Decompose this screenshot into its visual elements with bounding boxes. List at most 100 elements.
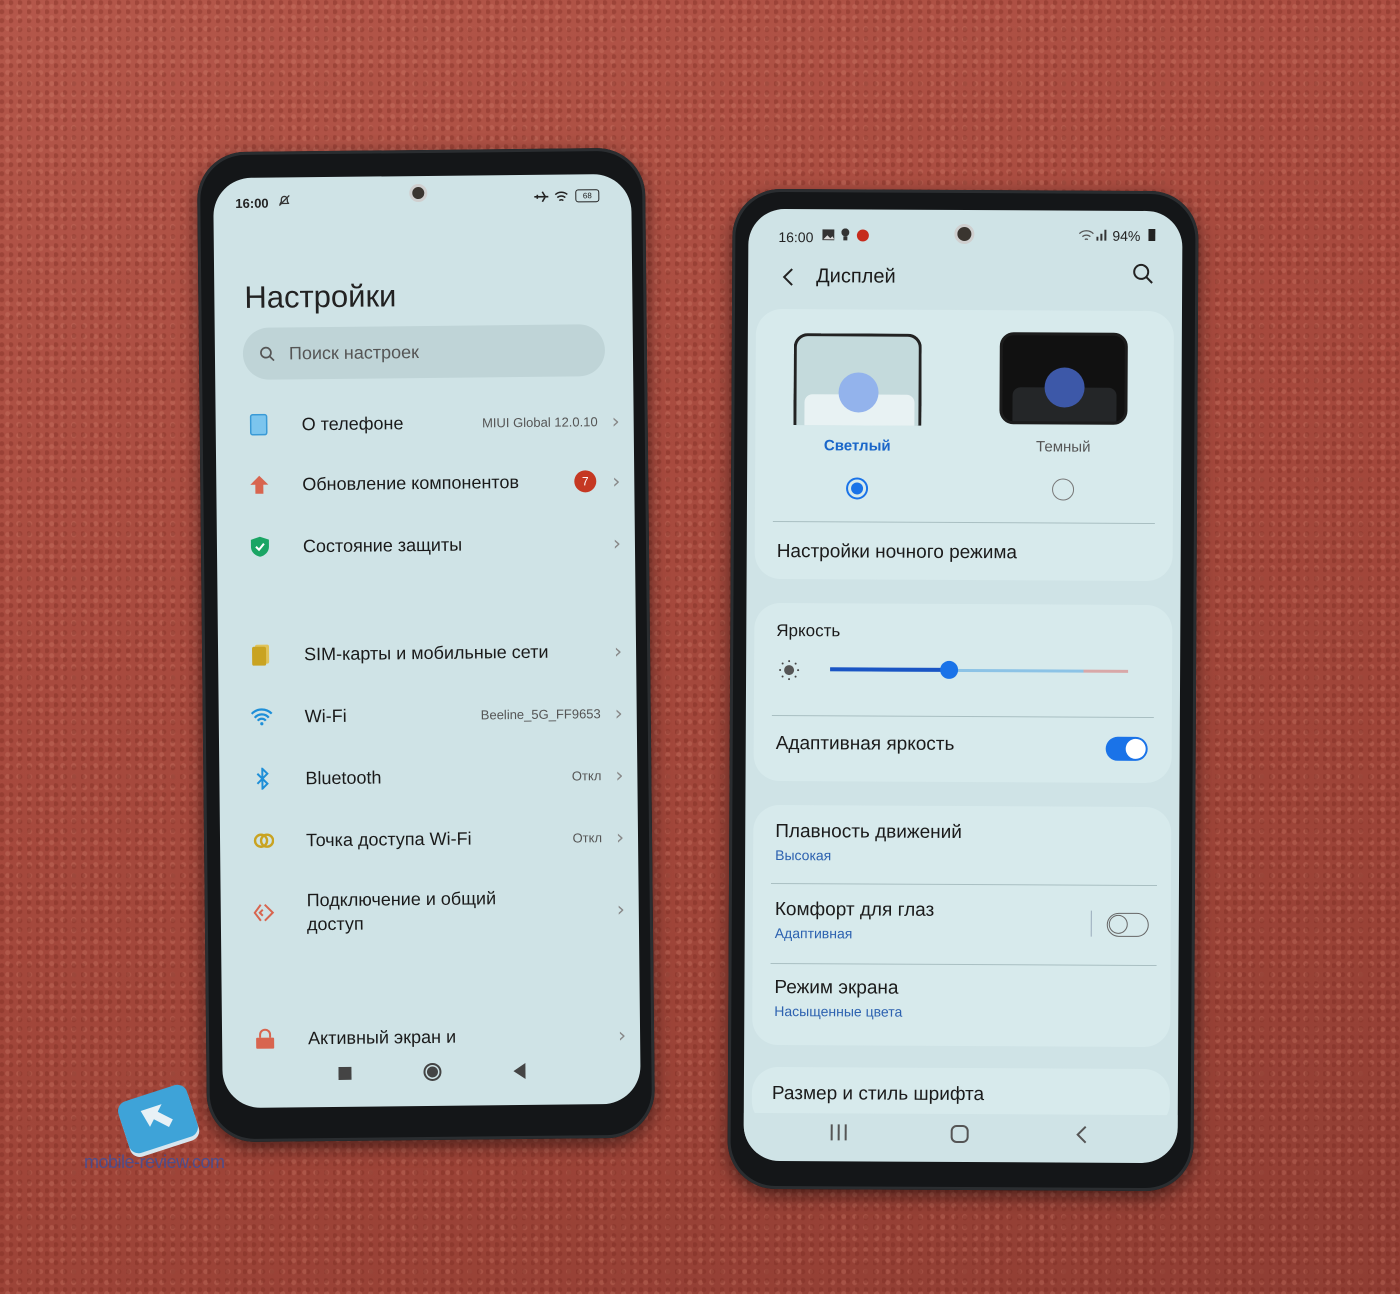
settings-item-bluetooth[interactable]: Bluetooth Откл › [219,750,638,804]
chevron-right-icon: › [613,638,623,664]
home-circle-icon[interactable] [422,1062,442,1082]
font-size-style-item[interactable]: Размер и стиль шрифта [772,1083,984,1106]
chevron-right-icon: › [614,700,623,726]
shield-check-icon [249,536,271,558]
brightness-slider[interactable] [830,660,1129,679]
page-title: Настройки [244,278,397,315]
miui-settings-screen: 16:00 68 Настройки Поиск настроек О теле… [213,173,641,1109]
vertical-separator [1090,910,1092,937]
settings-item-hotspot[interactable]: Точка доступа Wi-Fi Откл › [220,812,639,866]
chevron-right-icon: › [615,824,625,850]
radio-light-selected[interactable] [845,477,869,500]
night-mode-settings-link[interactable]: Настройки ночного режима [777,541,1017,564]
brightness-card: Яркость Адаптивная яркость [753,602,1173,784]
divider [770,882,1157,887]
eye-comfort-label: Комфорт для глаз [774,899,935,921]
theme-card: Светлый Темный Настройки ночного режима [754,308,1174,582]
bluetooth-icon [251,767,273,790]
wifi-icon [250,706,273,728]
item-label: SIM-карты и мобильные сети [303,641,549,665]
item-label: Активный экран и [308,1026,457,1049]
item-label: Точка доступа Wi-Fi [305,828,472,851]
wifi-icon [553,188,569,204]
left-phone: 16:00 68 Настройки Поиск настроек О теле… [196,147,656,1143]
bulb-icon [841,228,850,241]
adaptive-brightness-label: Адаптивная яркость [775,733,955,755]
dark-theme-preview [999,332,1128,425]
gallery-icon [822,229,835,241]
slider-thumb[interactable] [940,660,959,679]
motion-smoothness-label: Плавность движений [775,821,962,843]
item-label: Bluetooth [305,767,382,789]
screen-mode-item[interactable]: Режим экрана Насыщенные цвета [753,805,1171,1020]
search-icon [259,346,275,362]
eye-comfort-value: Адаптивная [774,925,853,942]
search-placeholder: Поиск настроек [288,341,420,363]
item-value: Откл [572,829,603,845]
back-chevron-icon[interactable] [782,267,794,287]
chevron-right-icon: › [612,468,621,494]
item-label: Обновление компонентов [302,472,520,495]
home-square-icon[interactable] [950,1124,970,1144]
settings-item-security-status[interactable]: Состояние защиты › [217,518,636,572]
update-arrow-icon [248,474,270,496]
hotspot-icon [252,830,275,852]
right-phone: 16:00 94% Дисплей Светлый Темный Настрой… [727,188,1199,1192]
chevron-right-icon: › [617,1022,627,1048]
item-value: MIUI Global 12.0.10 [481,413,598,430]
search-input[interactable]: Поиск настроек [242,324,606,380]
sim-card-icon [250,644,272,666]
wifi-icon [1078,229,1094,242]
theme-option-dark[interactable]: Темный [756,309,1174,501]
screen-mode-label: Режим экрана [774,977,899,999]
item-label: Состояние защиты [302,534,463,557]
search-icon[interactable] [1132,263,1154,285]
back-triangle-icon[interactable] [512,1062,526,1079]
divider [770,962,1157,967]
airplane-icon [533,189,549,205]
recents-lines-icon[interactable] [830,1123,848,1141]
settings-item-about-phone[interactable]: О телефоне MIUI Global 12.0.10 › [215,396,634,450]
phone-info-icon [248,413,270,436]
theme-label-light: Светлый [823,437,891,455]
slider-fill [830,667,950,672]
settings-item-component-update[interactable]: Обновление компонентов 7 › [216,456,635,510]
brightness-label: Яркость [776,621,841,641]
chevron-right-icon: › [612,530,622,556]
settings-item-connection-sharing[interactable]: Подключение и общий доступ › [220,874,639,948]
item-label: Подключение и общий доступ [306,888,497,935]
eye-comfort-item[interactable]: Комфорт для глаз Адаптивная [753,805,1171,941]
divider [772,521,1155,525]
update-count-badge: 7 [574,470,597,493]
bell-off-icon [277,193,291,207]
chevron-right-icon: › [615,762,624,788]
recents-square-icon[interactable] [338,1066,352,1081]
front-camera [409,183,428,203]
back-chevron-icon[interactable] [1076,1125,1088,1145]
radio-dark[interactable] [1051,478,1075,501]
theme-option-light[interactable]: Светлый [756,309,1174,500]
chevron-right-icon: › [611,408,620,434]
page-title: Дисплей [816,265,896,288]
motion-smoothness-value: Высокая [775,847,832,864]
item-label: О телефоне [301,413,404,435]
light-theme-preview [793,333,922,426]
theme-label-dark: Темный [1036,438,1091,456]
motion-smoothness-item[interactable]: Плавность движений Высокая [753,805,1171,863]
screen-mode-value: Насыщенные цвета [774,1003,903,1020]
settings-item-sim-cards[interactable]: SIM-карты и мобильные сети › [218,626,637,680]
settings-item-wifi[interactable]: Wi-Fi Beeline_5G_FF9653 › [218,688,637,742]
battery-indicator: 68 [575,189,600,203]
eye-comfort-toggle[interactable] [1106,912,1149,937]
samsung-display-settings-screen: 16:00 94% Дисплей Светлый Темный Настрой… [743,208,1183,1164]
navigation-bar [743,1112,1178,1156]
front-camera [954,223,975,245]
navigation-bar [222,1056,640,1090]
sun-icon [778,659,800,681]
signal-icon [1096,229,1108,241]
battery-percentage: 94% [1112,227,1141,244]
status-time: 16:00 [778,229,814,246]
connection-share-icon [253,902,275,924]
adaptive-brightness-toggle[interactable] [1105,736,1148,761]
watermark-text: mobile-review.com [84,1152,225,1172]
